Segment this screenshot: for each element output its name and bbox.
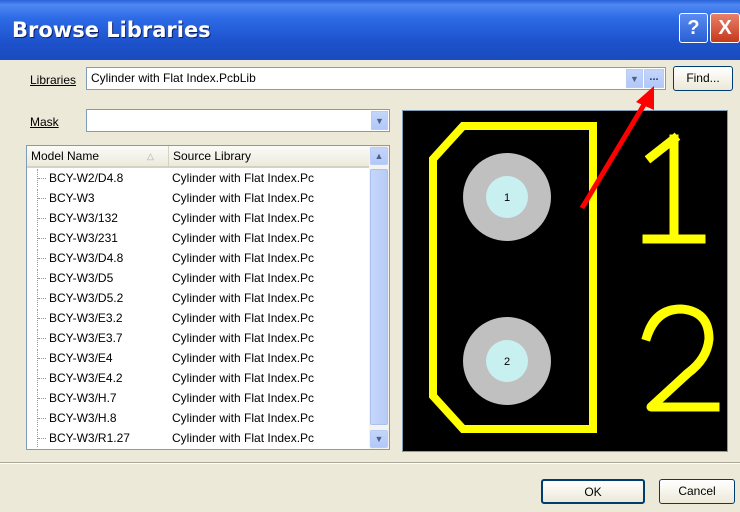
column-header-source-library-label: Source Library <box>173 149 252 163</box>
model-name-cell: BCY-W3/132 <box>49 211 118 225</box>
table-row[interactable]: BCY-W3/D5.2 Cylinder with Flat Index.Pc <box>27 289 367 307</box>
arrow-shaft <box>579 96 651 210</box>
source-library-cell: Cylinder with Flat Index.Pc <box>172 291 315 305</box>
model-name-cell: BCY-W3/R1.27 <box>49 431 130 445</box>
table-row[interactable]: BCY-W2/D4.8 Cylinder with Flat Index.Pc <box>27 169 367 187</box>
tree-connector <box>37 309 48 327</box>
table-row[interactable]: BCY-W3 Cylinder with Flat Index.Pc <box>27 189 367 207</box>
model-name-cell: BCY-W3/H.8 <box>49 411 117 425</box>
column-header-model-name[interactable]: Model Name △ <box>27 146 168 168</box>
dialog-title: Browse Libraries <box>12 18 211 42</box>
tree-connector <box>37 389 48 407</box>
title-bar[interactable]: Browse Libraries ? X <box>0 0 740 60</box>
tree-connector <box>37 329 48 347</box>
model-list[interactable]: Model Name △ Source Library BCY-W2/D4.8 C… <box>26 145 390 450</box>
tree-connector <box>37 209 48 227</box>
table-row[interactable]: BCY-W3/H.8 Cylinder with Flat Index.Pc <box>27 409 367 427</box>
table-row[interactable]: BCY-W3/E3.2 Cylinder with Flat Index.Pc <box>27 309 367 327</box>
tree-connector <box>37 229 48 247</box>
column-header-source-library[interactable]: Source Library <box>168 146 371 168</box>
source-library-cell: Cylinder with Flat Index.Pc <box>172 411 315 425</box>
table-row[interactable]: BCY-W3/D4.8 Cylinder with Flat Index.Pc <box>27 249 367 267</box>
model-name-cell: BCY-W2/D4.8 <box>49 171 124 185</box>
model-name-cell: BCY-W3/E4.2 <box>49 371 123 385</box>
pad-2: 2 <box>463 317 551 405</box>
sort-ascending-icon: △ <box>147 151 154 161</box>
model-name-cell: BCY-W3/E4 <box>49 351 113 365</box>
column-header-model-name-label: Model Name <box>31 149 100 163</box>
table-row[interactable]: BCY-W3/132 Cylinder with Flat Index.Pc <box>27 209 367 227</box>
ok-button[interactable]: OK <box>541 479 645 504</box>
source-library-cell: Cylinder with Flat Index.Pc <box>172 251 315 265</box>
table-row[interactable]: BCY-W3/E3.7 Cylinder with Flat Index.Pc <box>27 329 367 347</box>
cancel-button[interactable]: Cancel <box>659 479 735 504</box>
footer-separator <box>0 462 740 464</box>
browse-libraries-dialog: Browse Libraries ? X Libraries Cylinder … <box>0 0 740 512</box>
table-row[interactable]: BCY-W3/E4 Cylinder with Flat Index.Pc <box>27 349 367 367</box>
libraries-value: Cylinder with Flat Index.PcbLib <box>91 71 256 85</box>
pad-2-label: 2 <box>504 356 510 368</box>
libraries-label-text: Libraries <box>30 73 77 87</box>
find-button[interactable]: Find... <box>673 66 733 91</box>
table-row[interactable]: BCY-W3/R1.27 Cylinder with Flat Index.Pc <box>27 429 367 447</box>
model-name-cell: BCY-W3/D4.8 <box>49 251 124 265</box>
model-name-cell: BCY-W3/D5 <box>49 271 114 285</box>
tree-connector <box>37 429 48 447</box>
tree-connector <box>37 349 48 367</box>
model-name-cell: BCY-W3/D5.2 <box>49 291 124 305</box>
close-button[interactable]: X <box>710 13 740 43</box>
scroll-down-arrow-icon[interactable]: ▼ <box>370 430 388 448</box>
pad-1: 1 <box>463 153 551 241</box>
pad-1-label: 1 <box>504 192 510 204</box>
table-row[interactable]: BCY-W3/E4.2 Cylinder with Flat Index.Pc <box>27 369 367 387</box>
help-button[interactable]: ? <box>679 13 708 43</box>
silkscreen-designator-2-text: 2 <box>403 111 404 112</box>
mask-combo[interactable]: ▼ <box>86 109 390 132</box>
source-library-cell: Cylinder with Flat Index.Pc <box>172 391 315 405</box>
mask-label-text: Mask <box>30 115 59 129</box>
red-arrow-annotation <box>579 86 654 210</box>
tree-connector <box>37 409 48 427</box>
source-library-cell: Cylinder with Flat Index.Pc <box>172 351 315 365</box>
tree-connector <box>37 169 48 187</box>
tree-connector <box>37 189 48 207</box>
table-row[interactable]: BCY-W3/231 Cylinder with Flat Index.Pc <box>27 229 367 247</box>
tree-connector <box>37 369 48 387</box>
scrollbar-thumb[interactable] <box>370 169 388 425</box>
tree-connector <box>37 249 48 267</box>
source-library-cell: Cylinder with Flat Index.Pc <box>172 311 315 325</box>
source-library-cell: Cylinder with Flat Index.Pc <box>172 371 315 385</box>
source-library-cell: Cylinder with Flat Index.Pc <box>172 331 315 345</box>
model-name-cell: BCY-W3/231 <box>49 231 118 245</box>
table-row[interactable]: BCY-W3/D5 Cylinder with Flat Index.Pc <box>27 269 367 287</box>
list-vertical-scrollbar[interactable]: ▲ ▼ <box>369 146 389 449</box>
source-library-cell: Cylinder with Flat Index.Pc <box>172 211 315 225</box>
tree-connector <box>37 269 48 287</box>
source-library-cell: Cylinder with Flat Index.Pc <box>172 271 315 285</box>
source-library-cell: Cylinder with Flat Index.Pc <box>172 431 315 445</box>
model-name-cell: BCY-W3 <box>49 191 95 205</box>
libraries-label: Libraries <box>30 73 76 87</box>
model-name-cell: BCY-W3/H.7 <box>49 391 117 405</box>
silkscreen-designator-1-text: 1 <box>403 111 404 112</box>
tree-connector <box>37 289 48 307</box>
source-library-cell: Cylinder with Flat Index.Pc <box>172 191 315 205</box>
mask-dropdown-button[interactable]: ▼ <box>371 111 388 130</box>
model-name-cell: BCY-W3/E3.7 <box>49 331 123 345</box>
model-name-cell: BCY-W3/E3.2 <box>49 311 123 325</box>
scroll-up-arrow-icon[interactable]: ▲ <box>370 147 388 165</box>
silkscreen-designator-2 <box>641 304 720 412</box>
source-library-cell: Cylinder with Flat Index.Pc <box>172 231 315 245</box>
source-library-cell: Cylinder with Flat Index.Pc <box>172 171 315 185</box>
mask-label: Mask <box>30 115 59 129</box>
table-row[interactable]: BCY-W3/H.7 Cylinder with Flat Index.Pc <box>27 389 367 407</box>
